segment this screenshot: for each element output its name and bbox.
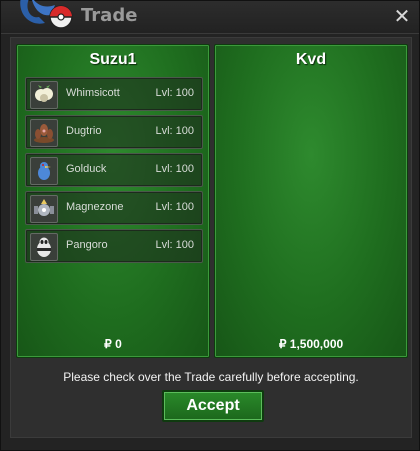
trade-warning-message: Please check over the Trade carefully be… xyxy=(63,370,359,384)
golduck-sprite-icon xyxy=(30,157,58,185)
pokemon-name: Pangoro xyxy=(66,239,108,251)
left-money-offer: ₽ 0 xyxy=(104,337,122,351)
pokemon-name: Magnezone xyxy=(66,201,124,213)
pokemon-level: Lvl: 100 xyxy=(155,87,194,99)
pokemon-level: Lvl: 100 xyxy=(155,201,194,213)
whimsicott-sprite-icon xyxy=(30,81,58,109)
title-bar: Trade ✕ xyxy=(1,0,419,34)
pokemon-level: Lvl: 100 xyxy=(155,239,194,251)
window-title: Trade xyxy=(81,5,138,26)
pokemon-row[interactable]: Dugtrio Lvl: 100 xyxy=(25,115,203,149)
right-trade-panel: Kvd ₽ 1,500,000 xyxy=(214,44,408,358)
pokemon-row[interactable]: Whimsicott Lvl: 100 xyxy=(25,77,203,111)
pokemon-level: Lvl: 100 xyxy=(155,163,194,175)
pangoro-sprite-icon xyxy=(30,233,58,261)
right-money-offer: ₽ 1,500,000 xyxy=(278,337,344,351)
dugtrio-sprite-icon xyxy=(30,119,58,147)
pokemon-row[interactable]: Pangoro Lvl: 100 xyxy=(25,229,203,263)
pokemon-name: Dugtrio xyxy=(66,125,102,137)
close-icon[interactable]: ✕ xyxy=(391,5,413,27)
pokemon-row[interactable]: Golduck Lvl: 100 xyxy=(25,153,203,187)
pokemon-level: Lvl: 100 xyxy=(155,125,194,137)
left-trade-panel: Suzu1 Whimsicott Lvl: 100 Dugtrio Lvl: 1… xyxy=(16,44,210,358)
magnezone-sprite-icon xyxy=(30,195,58,223)
game-logo-icon xyxy=(15,0,79,39)
pokemon-name: Whimsicott xyxy=(66,87,120,99)
trade-body: Suzu1 Whimsicott Lvl: 100 Dugtrio Lvl: 1… xyxy=(10,37,412,438)
pokemon-row[interactable]: Magnezone Lvl: 100 xyxy=(25,191,203,225)
left-player-name: Suzu1 xyxy=(89,51,137,68)
accept-button[interactable]: Accept xyxy=(162,390,264,422)
trade-window: Trade ✕ Suzu1 Whimsicott Lvl: 100 Dugtri… xyxy=(0,0,420,451)
pokemon-name: Golduck xyxy=(66,163,107,175)
right-player-name: Kvd xyxy=(295,51,327,68)
